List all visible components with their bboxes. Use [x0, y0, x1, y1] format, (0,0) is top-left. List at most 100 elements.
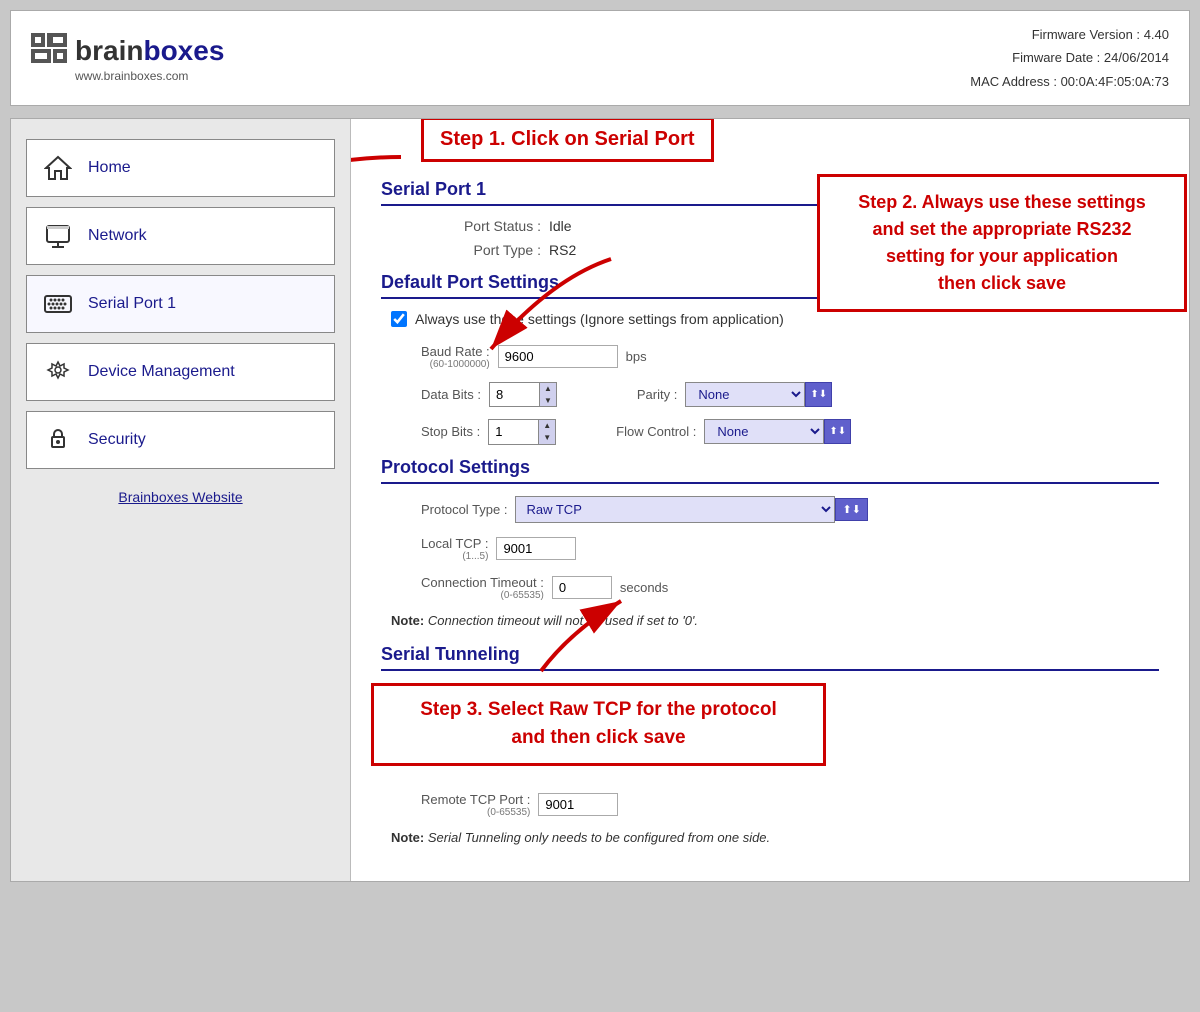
header: brainboxes www.brainboxes.com Firmware V… — [10, 10, 1190, 106]
network-icon — [42, 220, 74, 252]
parity-arrow-btn[interactable]: ⬆⬇ — [805, 382, 832, 407]
mac-label: MAC Address : — [970, 74, 1057, 89]
stop-bits-group: Stop Bits : ▲ ▼ — [421, 419, 556, 444]
local-tc-row: Local TCP : (1...5) — [421, 535, 1159, 562]
brainboxes-website-link[interactable]: Brainboxes Website — [26, 489, 335, 505]
conn-timeout-input[interactable] — [552, 576, 612, 599]
protocol-title: Protocol Settings — [381, 457, 1159, 484]
data-bits-label: Data Bits : — [421, 387, 481, 402]
page-wrapper: brainboxes www.brainboxes.com Firmware V… — [0, 0, 1200, 1012]
remote-tcp-input[interactable] — [538, 793, 618, 816]
remote-tcp-sub: (0-65535) — [421, 807, 530, 818]
step1-annotation: Step 1. Click on Serial Port — [421, 119, 714, 162]
firmware-version-value: 4.40 — [1144, 27, 1169, 42]
baud-rate-unit: bps — [626, 349, 647, 364]
note1-bold: Note: — [391, 613, 424, 628]
header-info: Firmware Version : 4.40 Fimware Date : 2… — [970, 23, 1169, 93]
conn-timeout-sub: (0-65535) — [421, 590, 544, 601]
stop-bits-spinner-buttons: ▲ ▼ — [538, 419, 556, 444]
baud-rate-row: Baud Rate : (60-1000000) bps — [421, 343, 1159, 370]
firmware-date-value: 24/06/2014 — [1104, 50, 1169, 65]
baud-rate-label-wrap: Baud Rate : (60-1000000) — [421, 343, 490, 370]
step1-text: Step 1. Click on Serial Port — [440, 128, 695, 150]
sidebar-serial-label: Serial Port 1 — [88, 295, 176, 313]
logo-brand: brain — [75, 35, 143, 66]
sidebar-item-serial-port[interactable]: Serial Port 1 — [26, 275, 335, 333]
port-type-label: Port Type : — [441, 242, 541, 258]
firmware-date: Fimware Date : 24/06/2014 — [970, 46, 1169, 69]
logo-text: brainboxes — [75, 35, 224, 67]
serial-port-icon — [42, 288, 74, 320]
sidebar-item-home[interactable]: Home — [26, 139, 335, 197]
serial-tunneling-title: Serial Tunneling — [381, 644, 1159, 671]
conn-timeout-row: Connection Timeout : (0-65535) seconds — [421, 574, 1159, 601]
protocol-type-row: Protocol Type : Raw TCP Telnet UDP ⬆⬇ — [421, 496, 1159, 523]
local-tc-input[interactable] — [496, 537, 576, 560]
port-status-value: Idle — [549, 218, 572, 234]
sidebar-device-label: Device Management — [88, 363, 235, 381]
sidebar: Home Network — [11, 119, 351, 880]
stop-bits-spinner: ▲ ▼ — [488, 419, 556, 444]
security-icon — [42, 424, 74, 456]
parity-group: Parity : None Even Odd ⬆⬇ — [637, 382, 832, 407]
conn-timeout-group: Connection Timeout : (0-65535) seconds — [421, 574, 668, 601]
conn-timeout-unit: seconds — [620, 580, 668, 595]
conn-timeout-label: Connection Timeout : — [421, 575, 544, 590]
data-bits-parity-row: Data Bits : ▲ ▼ Parity : — [421, 382, 1159, 407]
sidebar-item-security[interactable]: Security — [26, 411, 335, 469]
content-area: Step 1. Click on Serial Port Step 2. Alw… — [351, 119, 1189, 880]
firmware-version-label: Firmware Version : — [1032, 27, 1140, 42]
data-bits-input[interactable] — [489, 382, 539, 407]
parity-select[interactable]: None Even Odd — [685, 382, 805, 407]
protocol-type-group: Protocol Type : Raw TCP Telnet UDP ⬆⬇ — [421, 496, 868, 523]
device-management-icon — [42, 356, 74, 388]
always-use-settings-checkbox[interactable] — [391, 311, 407, 327]
always-use-settings-row: Always use these settings (Ignore settin… — [381, 311, 1159, 327]
flow-control-group: Flow Control : None XOn/XOff RTS/CTS ⬆⬇ — [616, 419, 851, 444]
sidebar-security-label: Security — [88, 431, 146, 449]
stop-bits-down[interactable]: ▼ — [539, 432, 555, 444]
local-tc-group: Local TCP : (1...5) — [421, 535, 576, 562]
step3-annotation: Step 3. Select Raw TCP for the protocola… — [371, 683, 826, 766]
home-icon — [42, 152, 74, 184]
data-bits-spinner-buttons: ▲ ▼ — [539, 382, 557, 407]
stop-bits-flow-row: Stop Bits : ▲ ▼ Flow Control : — [421, 419, 1159, 444]
data-bits-down[interactable]: ▼ — [540, 395, 556, 407]
mac-address: MAC Address : 00:0A:4F:05:0A:73 — [970, 70, 1169, 93]
protocol-select-wrap: Raw TCP Telnet UDP ⬆⬇ — [515, 496, 867, 523]
protocol-form: Protocol Type : Raw TCP Telnet UDP ⬆⬇ — [381, 496, 1159, 601]
local-tc-label: Local TCP : — [421, 536, 488, 551]
parity-select-wrap: None Even Odd ⬆⬇ — [685, 382, 832, 407]
stop-bits-input[interactable] — [488, 419, 538, 444]
sidebar-item-device-management[interactable]: Device Management — [26, 343, 335, 401]
stop-bits-label: Stop Bits : — [421, 424, 480, 439]
main-layout: Home Network — [10, 118, 1190, 881]
logo-name: boxes — [143, 35, 224, 66]
baud-rate-input[interactable] — [498, 345, 618, 368]
mac-value: 00:0A:4F:05:0A:73 — [1061, 74, 1169, 89]
protocol-type-select[interactable]: Raw TCP Telnet UDP — [515, 496, 835, 523]
logo-url: www.brainboxes.com — [75, 69, 188, 83]
protocol-arrow-btn[interactable]: ⬆⬇ — [835, 498, 867, 521]
flow-control-select[interactable]: None XOn/XOff RTS/CTS — [704, 419, 824, 444]
data-bits-up[interactable]: ▲ — [540, 383, 556, 395]
parity-label: Parity : — [637, 387, 677, 402]
baud-rate-label: Baud Rate : — [421, 344, 490, 359]
remote-tcp-label: Remote TCP Port : — [421, 792, 530, 807]
note2-bold: Note: — [391, 830, 424, 845]
baud-rate-group: Baud Rate : (60-1000000) bps — [421, 343, 647, 370]
remote-tcp-group: Remote TCP Port : (0-65535) — [421, 791, 618, 818]
always-use-settings-label: Always use these settings (Ignore settin… — [415, 311, 784, 327]
step2-annotation: Step 2. Always use these settingsand set… — [817, 174, 1187, 312]
logo-area: brainboxes www.brainboxes.com — [31, 33, 224, 83]
note1-text: Connection timeout will not be used if s… — [428, 613, 698, 628]
flow-control-select-wrap: None XOn/XOff RTS/CTS ⬆⬇ — [704, 419, 851, 444]
sidebar-home-label: Home — [88, 159, 131, 177]
tunneling-form: Remote TCP Port : (0-65535) — [381, 791, 1159, 818]
flow-control-arrow-btn[interactable]: ⬆⬇ — [824, 419, 851, 444]
stop-bits-up[interactable]: ▲ — [539, 420, 555, 432]
remote-tcp-row: Remote TCP Port : (0-65535) — [421, 791, 1159, 818]
port-settings-form: Baud Rate : (60-1000000) bps Data Bits : — [381, 343, 1159, 444]
firmware-version: Firmware Version : 4.40 — [970, 23, 1169, 46]
sidebar-item-network[interactable]: Network — [26, 207, 335, 265]
